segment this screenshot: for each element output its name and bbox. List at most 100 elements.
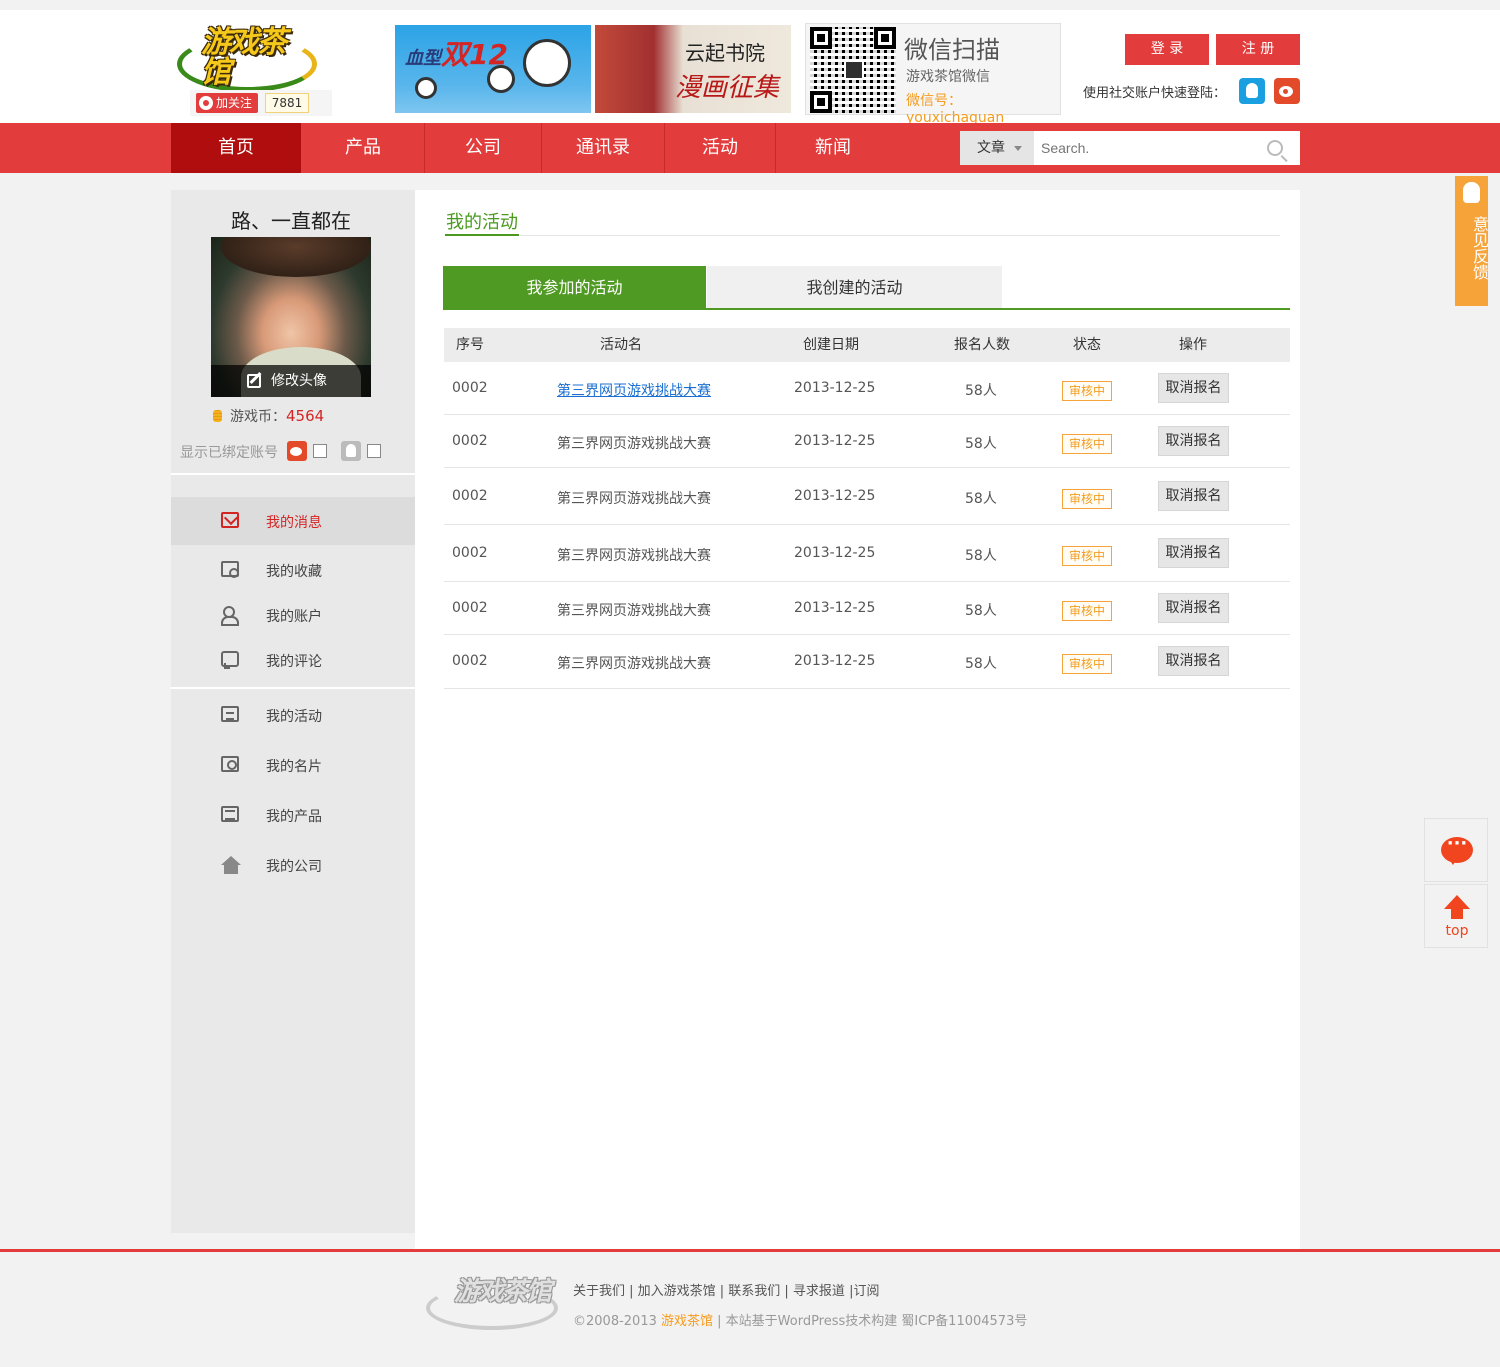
sidebar-divider [171,687,415,689]
cell-count: 58人 [965,383,997,399]
search-input[interactable] [1034,131,1300,165]
sidebar-item-company[interactable]: 我的公司 [171,841,415,889]
wechat-account: 微信号：youxichaguan [906,93,1005,126]
cell-date: 2013-12-25 [794,653,876,669]
activity-name-link[interactable]: 第三界网页游戏挑战大赛 [557,380,711,400]
chevron-down-icon [1014,146,1022,151]
nav-item-products[interactable]: 产品 [302,123,424,173]
activity-name-link[interactable]: 第三界网页游戏挑战大赛 [557,488,711,508]
top-label: top [1445,923,1469,939]
cell-id: 0002 [452,380,488,396]
mail-icon [221,512,239,528]
nav-item-news[interactable]: 新闻 [776,123,890,173]
cell-id: 0002 [452,433,488,449]
search-scope-select[interactable]: 文章 [960,131,1034,165]
follower-count: 7881 [265,93,309,113]
logo-text: 游戏茶馆 [201,25,287,90]
sidebar-item-products[interactable]: 我的产品 [171,791,415,839]
site-logo[interactable]: 游戏茶馆 [175,14,323,96]
ad-banner-blood-type[interactable]: 血型双12 [395,25,591,113]
status-badge: 审核中 [1062,654,1112,674]
user-icon [221,606,239,626]
banner2-line1: 云起书院 [685,41,765,65]
feedback-label: 意见反馈 [1470,216,1489,280]
col-header-id: 序号 [456,337,484,353]
table-row: 0002 第三界网页游戏挑战大赛 2013-12-25 58人 审核中 取消报名 [444,582,1290,635]
footer-logo: 游戏茶馆 [426,1270,561,1330]
cancel-registration-button[interactable]: 取消报名 [1158,646,1229,676]
wechat-qr-box: 微信扫描 游戏茶馆微信 微信号：youxichaguan [805,23,1061,126]
cancel-registration-button[interactable]: 取消报名 [1158,426,1229,456]
main-content: 我的活动 我参加的活动 我创建的活动 序号 活动名 创建日期 报名人数 状态 操… [415,190,1300,1250]
status-badge: 审核中 [1062,601,1112,621]
cell-id: 0002 [452,488,488,504]
sidebar-item-label: 我的评论 [266,654,322,670]
site-header: 游戏茶馆 加关注 7881 血型双12 云起书院 漫画征集 微信扫描 游戏茶馆微… [0,10,1500,126]
cell-count: 58人 [965,603,997,619]
cell-count: 58人 [965,436,997,452]
follow-button[interactable]: 加关注 [196,93,258,113]
weibo-bind-checkbox[interactable] [313,444,327,458]
chat-button[interactable] [1424,818,1488,882]
cell-count: 58人 [965,491,997,507]
cell-date: 2013-12-25 [794,488,876,504]
footer-links[interactable]: 关于我们 | 加入游戏茶馆 | 联系我们 | 寻求报道 |订阅 [573,1280,879,1299]
product-list-icon [221,806,239,822]
col-header-name: 活动名 [600,337,642,353]
game-coin-row: 游戏币：4564 [213,406,324,426]
tab-created-activities[interactable]: 我创建的活动 [707,266,1002,309]
sidebar-item-card[interactable]: 我的名片 [171,741,415,789]
table-header: 序号 活动名 创建日期 报名人数 状态 操作 [444,328,1290,362]
chat-bubble-icon [1441,833,1473,865]
sidebar-item-label: 我的公司 [266,859,322,875]
register-button[interactable]: 注 册 [1216,34,1300,65]
back-to-top-button[interactable]: top [1424,884,1488,948]
follow-label: 加关注 [216,96,253,110]
social-login-label: 使用社交账户快速登陆： [1083,86,1227,101]
cancel-registration-button[interactable]: 取消报名 [1158,373,1229,403]
contact-card-icon [221,756,239,772]
sidebar-item-comments[interactable]: 我的评论 [171,636,415,684]
sidebar-item-favorites[interactable]: 我的收藏 [171,546,415,594]
cancel-registration-button[interactable]: 取消报名 [1158,593,1229,623]
activity-name-link[interactable]: 第三界网页游戏挑战大赛 [557,433,711,453]
cancel-registration-button[interactable]: 取消报名 [1158,538,1229,568]
title-divider [445,235,1280,236]
tab-underline [443,308,1290,310]
search-icon[interactable] [1267,140,1283,156]
nav-item-home[interactable]: 首页 [171,123,301,173]
title-underline [445,234,519,236]
ad-banner-comic[interactable]: 云起书院 漫画征集 [595,25,791,113]
edit-avatar-button[interactable]: 修改头像 [211,365,371,397]
activity-name-link[interactable]: 第三界网页游戏挑战大赛 [557,600,711,620]
sidebar-item-activities[interactable]: 我的活动 [171,691,415,739]
footer-brand-link[interactable]: 游戏茶馆 [661,1314,713,1329]
comment-icon [221,651,239,669]
nav-item-company[interactable]: 公司 [425,123,541,173]
sidebar-item-account[interactable]: 我的账户 [171,591,415,639]
activity-name-link[interactable]: 第三界网页游戏挑战大赛 [557,545,711,565]
tab-joined-activities[interactable]: 我参加的活动 [443,266,706,309]
bound-accounts-label: 显示已绑定账号 [180,445,278,461]
weibo-icon [199,96,213,110]
user-sidebar: 路、一直都在 修改头像 游戏币：4564 显示已绑定账号 我的消息 我的收藏 我… [171,190,415,1233]
coin-label: 游戏币： [230,409,286,425]
qq-bind-checkbox[interactable] [367,444,381,458]
weibo-icon [287,441,307,461]
login-button[interactable]: 登 录 [1125,34,1209,65]
status-badge: 审核中 [1062,381,1112,401]
nav-item-contacts[interactable]: 通讯录 [542,123,664,173]
nav-item-activities[interactable]: 活动 [665,123,775,173]
main-nav: 首页 产品 公司 通讯录 活动 新闻 文章 [0,123,1500,173]
qq-login-icon[interactable] [1239,78,1265,104]
activity-name-link[interactable]: 第三界网页游戏挑战大赛 [557,653,711,673]
col-header-date: 创建日期 [803,337,859,353]
cancel-registration-button[interactable]: 取消报名 [1158,481,1229,511]
feedback-tab[interactable]: 意见反馈 [1455,176,1489,306]
arrow-up-icon [1444,895,1470,919]
col-header-count: 报名人数 [954,337,1010,353]
search-scope-label: 文章 [977,140,1005,156]
sidebar-item-messages[interactable]: 我的消息 [171,497,415,545]
sidebar-divider [171,473,415,475]
weibo-login-icon[interactable] [1274,78,1300,104]
